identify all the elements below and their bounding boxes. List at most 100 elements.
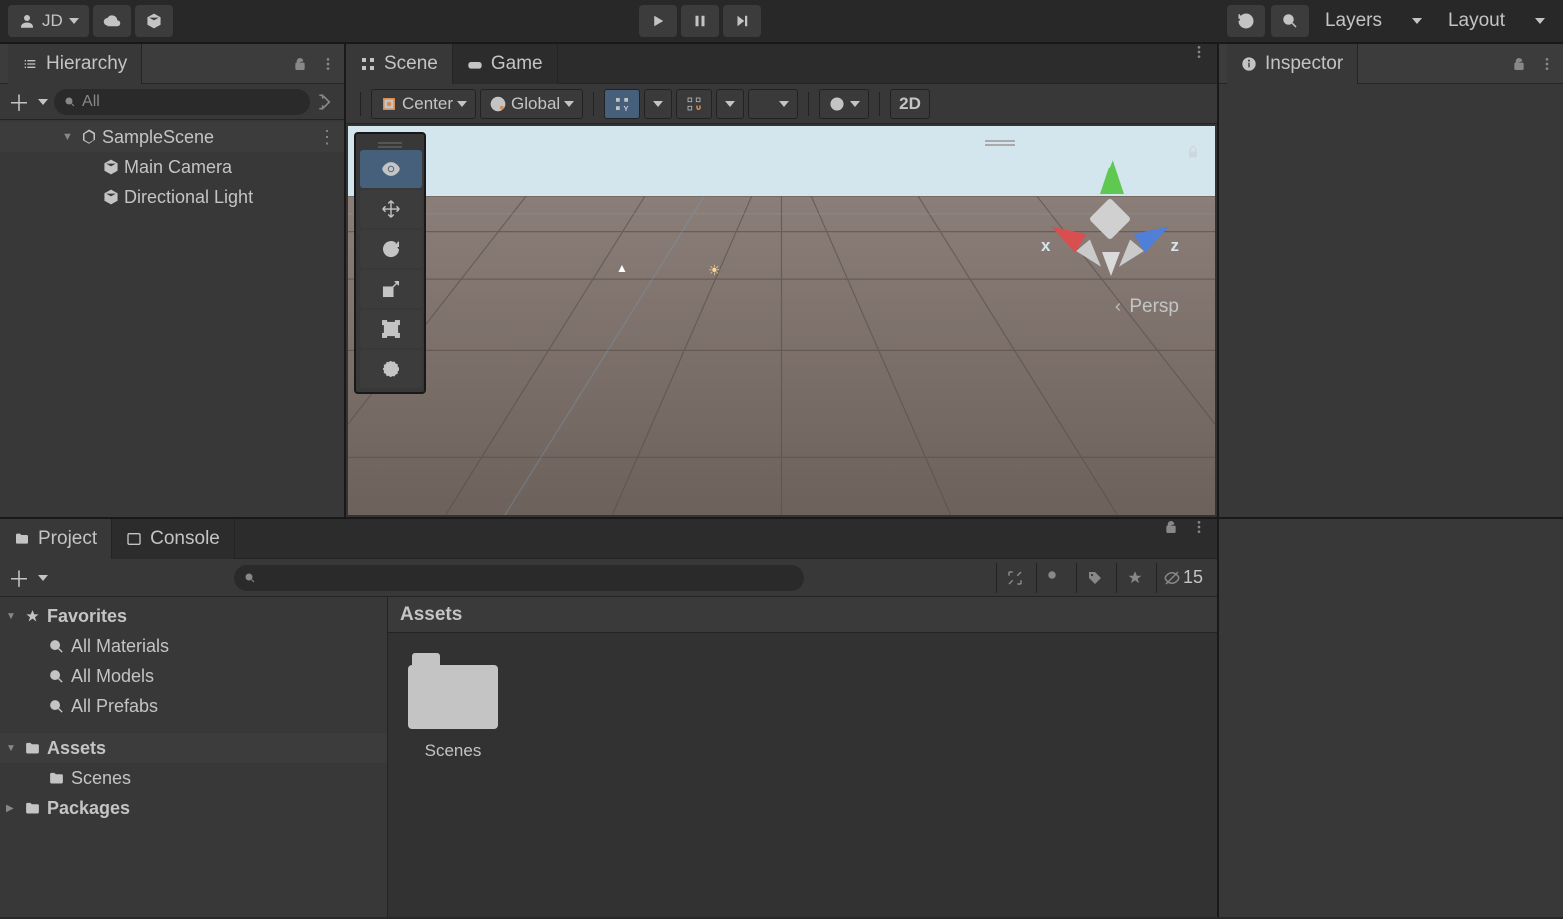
- undo-history-button[interactable]: [1227, 5, 1265, 37]
- breadcrumb[interactable]: Assets: [388, 597, 1217, 633]
- tab-console[interactable]: Console: [112, 519, 235, 559]
- folder-icon: [14, 531, 30, 547]
- asset-folder[interactable]: Scenes: [408, 653, 498, 761]
- more-icon[interactable]: [320, 56, 336, 72]
- lock-icon[interactable]: [1163, 519, 1179, 535]
- info-icon: [1241, 56, 1257, 72]
- search-icon: [244, 572, 256, 584]
- rect-tool[interactable]: [360, 310, 422, 348]
- caret-down-icon: [1412, 18, 1422, 24]
- scene-name: SampleScene: [102, 127, 214, 148]
- snap-dropdown[interactable]: [716, 89, 744, 119]
- search-button[interactable]: [1271, 5, 1309, 37]
- pivot-mode-button[interactable]: Center: [371, 89, 476, 119]
- favorites-header[interactable]: ▼ Favorites: [0, 601, 387, 631]
- hierarchy-search[interactable]: All: [54, 89, 310, 115]
- scene-panel: Scene Game Center Global: [346, 44, 1217, 517]
- package-button[interactable]: [135, 5, 173, 37]
- search-icon: [48, 668, 65, 685]
- snap-button[interactable]: [676, 89, 712, 119]
- increment-snap-button[interactable]: [748, 89, 798, 119]
- folder-item[interactable]: Scenes: [0, 763, 387, 793]
- list-icon: [22, 56, 38, 72]
- move-icon: [380, 198, 402, 220]
- favorite-item[interactable]: All Models: [0, 661, 387, 691]
- hierarchy-panel: Hierarchy ＋ All ▼ SampleScene ⋮: [0, 44, 346, 517]
- more-icon[interactable]: [1191, 519, 1207, 535]
- layers-dropdown[interactable]: Layers: [1315, 5, 1432, 37]
- filter-type-button[interactable]: [1036, 563, 1074, 593]
- hierarchy-item[interactable]: Main Camera: [0, 152, 344, 182]
- step-icon: [733, 12, 751, 30]
- expand-arrow-icon[interactable]: ▼: [62, 131, 76, 143]
- pause-icon: [691, 12, 709, 30]
- grid-icon: [360, 56, 376, 72]
- drag-handle[interactable]: [360, 138, 420, 148]
- favorite-button[interactable]: [1116, 563, 1154, 593]
- lock-icon[interactable]: [1185, 144, 1201, 165]
- layout-dropdown[interactable]: Layout: [1438, 5, 1555, 37]
- expand-icon[interactable]: [316, 92, 336, 112]
- favorite-item[interactable]: All Materials: [0, 631, 387, 661]
- transform-icon: [380, 358, 402, 380]
- magnet-icon: [685, 95, 703, 113]
- cube-icon: [102, 158, 120, 176]
- hidden-toggle[interactable]: 15: [1156, 563, 1209, 593]
- user-icon: [18, 12, 36, 30]
- cloud-button[interactable]: [93, 5, 131, 37]
- tab-game[interactable]: Game: [453, 44, 558, 84]
- more-icon[interactable]: [1539, 56, 1555, 72]
- projection-label[interactable]: Persp: [1111, 296, 1179, 318]
- scene-row[interactable]: ▼ SampleScene ⋮: [0, 122, 344, 152]
- grid-snap-dropdown[interactable]: [644, 89, 672, 119]
- lock-icon[interactable]: [1511, 56, 1527, 72]
- project-search[interactable]: [234, 565, 804, 591]
- account-button[interactable]: JD: [8, 5, 89, 37]
- transform-tool[interactable]: [360, 350, 422, 388]
- step-button[interactable]: [723, 5, 761, 37]
- filter-label-button[interactable]: [1076, 563, 1114, 593]
- scene-viewport[interactable]: ▲ ☀ y x z: [348, 126, 1215, 515]
- hierarchy-tab[interactable]: Hierarchy: [8, 44, 142, 84]
- expand-icon[interactable]: [996, 563, 1034, 593]
- more-icon[interactable]: [1191, 44, 1207, 60]
- play-button[interactable]: [639, 5, 677, 37]
- caret-down-icon: [1535, 18, 1545, 24]
- folder-icon: [408, 653, 498, 729]
- grid-snap-icon: Y: [613, 95, 631, 113]
- tab-project[interactable]: Project: [0, 519, 112, 559]
- view-tool[interactable]: [360, 150, 422, 188]
- rotate-tool[interactable]: [360, 230, 422, 268]
- orientation-gizmo[interactable]: y x z: [1035, 144, 1185, 294]
- favorite-item[interactable]: All Prefabs: [0, 691, 387, 721]
- pause-button[interactable]: [681, 5, 719, 37]
- unity-logo-icon: [80, 128, 98, 146]
- lock-icon[interactable]: [292, 56, 308, 72]
- assets-root[interactable]: ▼ Assets: [0, 733, 387, 763]
- create-asset-button[interactable]: ＋: [8, 562, 48, 594]
- overlay-handle[interactable]: [985, 140, 1015, 148]
- tab-scene[interactable]: Scene: [346, 44, 453, 84]
- inspector-panel: Inspector: [1217, 44, 1563, 517]
- packages-root[interactable]: ▶ Packages: [0, 793, 387, 823]
- scale-icon: [380, 278, 402, 300]
- folder-icon: [24, 740, 41, 757]
- scale-tool[interactable]: [360, 270, 422, 308]
- grid-snap-button[interactable]: Y: [604, 89, 640, 119]
- cloud-icon: [103, 12, 121, 30]
- 2d-toggle[interactable]: 2D: [890, 89, 930, 119]
- create-button[interactable]: ＋: [8, 86, 48, 118]
- search-icon: [48, 638, 65, 655]
- draw-mode-button[interactable]: [819, 89, 869, 119]
- cube-icon: [102, 188, 120, 206]
- inspector-tab[interactable]: Inspector: [1227, 44, 1358, 84]
- folder-icon: [24, 800, 41, 817]
- folder-icon: [48, 770, 65, 787]
- light-gizmo-icon: ☀: [708, 262, 721, 279]
- hierarchy-item[interactable]: Directional Light: [0, 182, 344, 212]
- more-icon[interactable]: ⋮: [318, 127, 336, 148]
- account-initials: JD: [42, 11, 63, 31]
- space-mode-button[interactable]: Global: [480, 89, 583, 119]
- chevron-left-icon: [1111, 300, 1125, 314]
- move-tool[interactable]: [360, 190, 422, 228]
